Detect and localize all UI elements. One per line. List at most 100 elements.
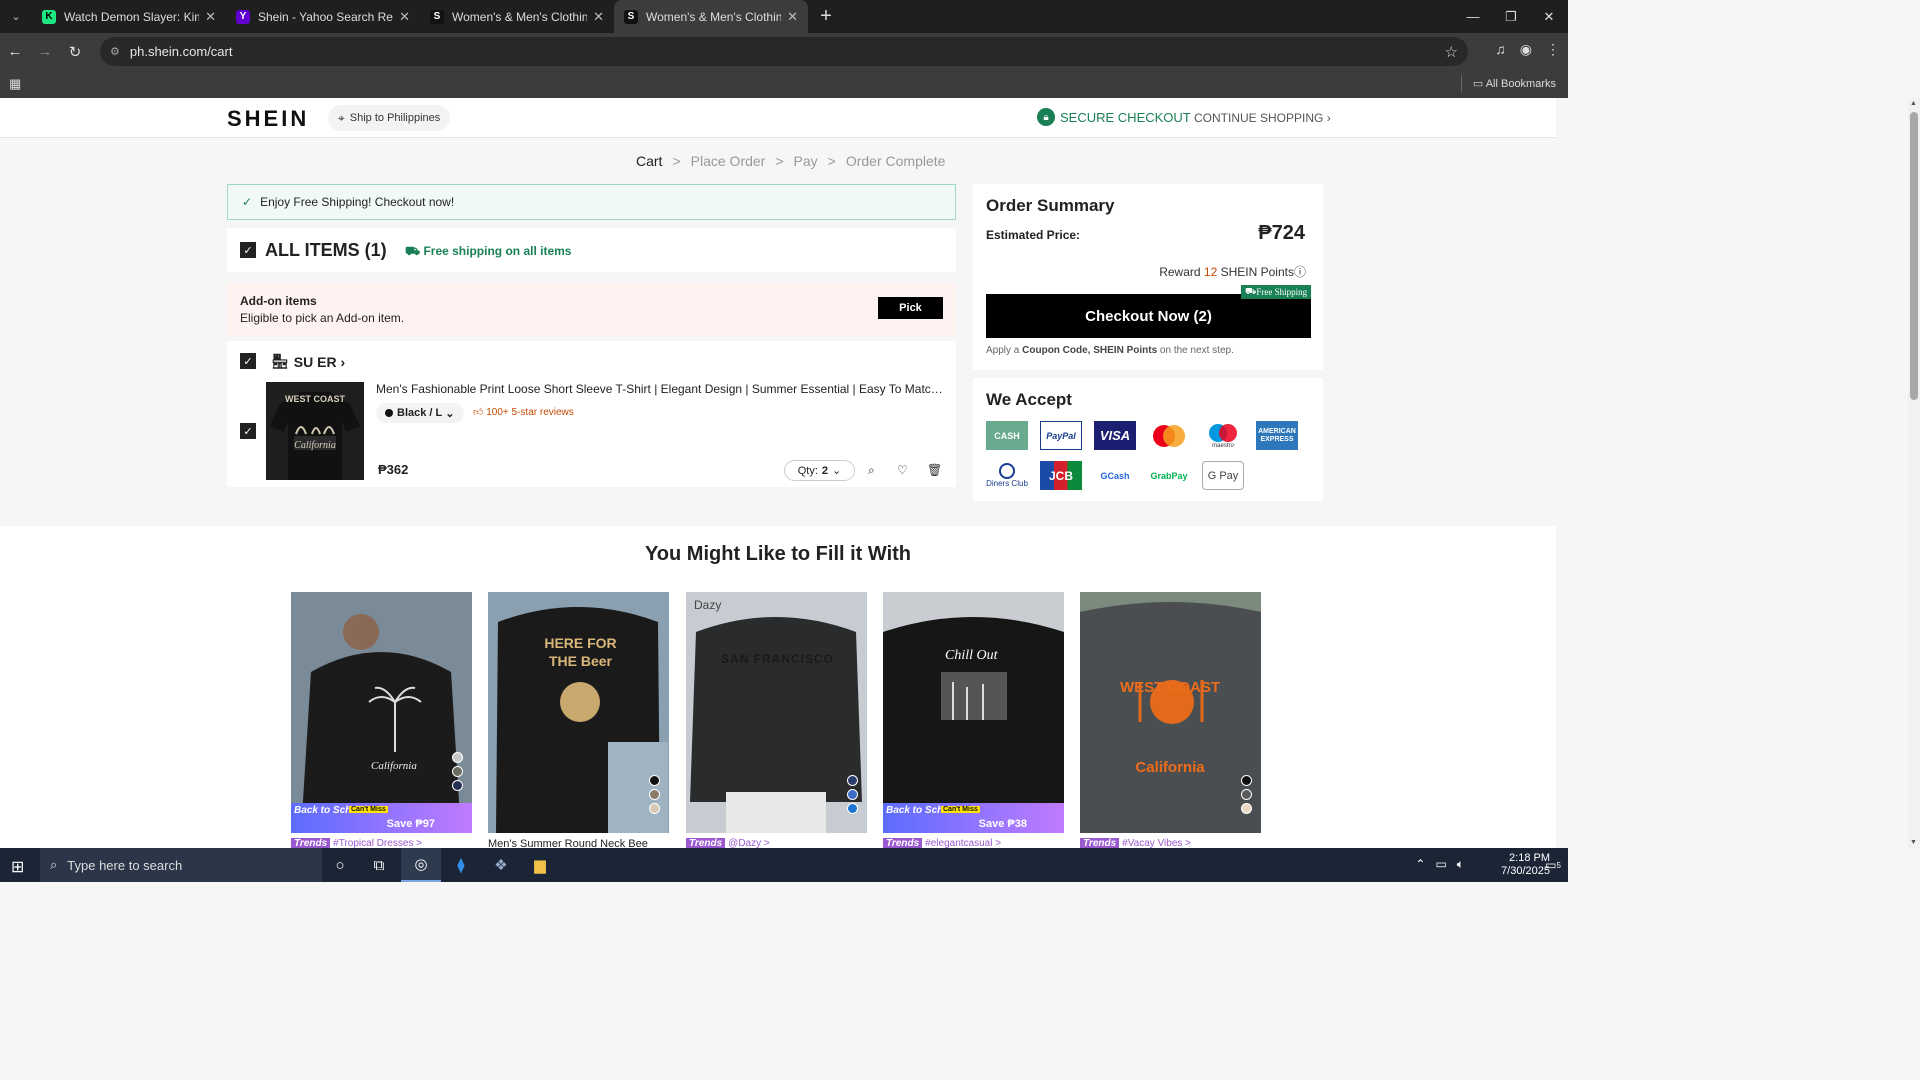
addon-subtitle: Eligible to pick an Add-on item.: [240, 311, 405, 325]
windows-taskbar: ⊞ ⌕ Type here to search ○ ⧉ ◎ ⧫ ❖ ▆ ⌃ ▭ …: [0, 848, 1568, 882]
apps-grid-icon[interactable]: ▦: [9, 76, 21, 92]
ship-to-button[interactable]: ⌖ Ship to Philippines: [328, 105, 451, 131]
scroll-down-icon[interactable]: ▼: [1910, 839, 1917, 846]
volume-muted-icon[interactable]: 🔈︎: [1457, 857, 1464, 872]
mastercard-payment-icon: [1148, 421, 1190, 450]
color-swatch[interactable]: [452, 766, 463, 777]
color-swatch[interactable]: [847, 775, 858, 786]
tab-close-icon[interactable]: ✕: [787, 9, 798, 25]
save-promo-badge: Back to School Can't Miss Save ₱97: [291, 803, 472, 833]
help-circle-icon[interactable]: ⓘ: [1294, 265, 1306, 279]
product-card-4[interactable]: Chill Out Back to School Can't Miss Save…: [883, 592, 1064, 833]
new-tab-icon[interactable]: +: [808, 5, 844, 28]
tab-1[interactable]: K Watch Demon Slayer: Kimetsu no ✕: [32, 0, 226, 33]
truck-icon: ⛟: [405, 244, 424, 258]
reload-icon[interactable]: ↻: [60, 43, 90, 61]
select-all-checkbox[interactable]: ✓: [240, 242, 256, 258]
restore-icon[interactable]: ❐: [1492, 0, 1530, 33]
minimize-icon[interactable]: —: [1454, 0, 1492, 33]
store-link[interactable]: 🏪︎ SU ER ›: [271, 353, 345, 370]
tab-close-icon[interactable]: ✕: [399, 9, 410, 25]
color-swatch[interactable]: [649, 775, 660, 786]
free-shipping-banner: ✓ Enjoy Free Shipping! Checkout now!: [227, 184, 956, 220]
find-similar-search-icon[interactable]: ⌕: [868, 463, 875, 478]
wishlist-heart-icon[interactable]: ♡: [897, 463, 908, 477]
color-swatch[interactable]: [1241, 789, 1252, 800]
profile-icon[interactable]: ◉: [1520, 41, 1532, 58]
pick-button[interactable]: Pick: [878, 297, 943, 319]
product-card-3[interactable]: Dazy SAN FRANCISCO: [686, 592, 867, 833]
color-swatch[interactable]: [452, 752, 463, 763]
brand-label: Dazy: [694, 598, 722, 612]
file-explorer-taskbar-icon[interactable]: ▆: [520, 848, 560, 882]
recommendations-title: You Might Like to Fill it With: [644, 543, 912, 565]
scroll-up-icon[interactable]: ▲: [1910, 100, 1917, 107]
product-card-2[interactable]: HERE FOR THE Beer: [488, 592, 669, 833]
all-bookmarks-button[interactable]: ▭ All Bookmarks: [1473, 77, 1556, 90]
forward-icon[interactable]: →: [30, 43, 60, 60]
chevron-down-icon: ⌄: [442, 407, 455, 420]
chrome-taskbar-icon[interactable]: ◎: [401, 848, 441, 882]
continue-shopping-link[interactable]: CONTINUE SHOPPING ›: [1194, 111, 1331, 125]
step-cart: Cart: [636, 153, 663, 169]
taskbar-search[interactable]: ⌕ Type here to search: [40, 848, 322, 882]
bookmark-star-icon[interactable]: ☆: [1445, 43, 1458, 61]
color-swatch[interactable]: [847, 789, 858, 800]
tab-strip: ⌄ K Watch Demon Slayer: Kimetsu no ✕ Y S…: [0, 0, 1568, 33]
task-view-icon[interactable]: ⧉: [359, 848, 399, 882]
media-controls-icon[interactable]: ♫: [1495, 41, 1506, 58]
notifications-icon[interactable]: ▭ 5: [1538, 848, 1568, 882]
variant-selector[interactable]: Black / L ⌄: [376, 403, 464, 423]
tab-close-icon[interactable]: ✕: [593, 9, 604, 25]
tab-search-chevron-icon[interactable]: ⌄: [0, 0, 32, 33]
trend-tag[interactable]: Trends #Tropical Dresses >: [291, 838, 422, 848]
trend-tag[interactable]: Trends #Vacay Vibes >: [1080, 838, 1191, 848]
product-card-1[interactable]: California Back to School Can't Miss Sav…: [291, 592, 472, 833]
color-swatch[interactable]: [452, 780, 463, 791]
tab-3[interactable]: S Women's & Men's Clothing, Sh ✕: [420, 0, 614, 33]
network-icon[interactable]: ▭: [1435, 857, 1446, 872]
product-print-subtext: California: [294, 440, 336, 451]
delete-trash-icon[interactable]: 🗑︎: [927, 463, 942, 477]
shein-logo[interactable]: SHEIN: [227, 106, 309, 132]
tab-4-active[interactable]: S Women's & Men's Clothing, Sh ✕: [614, 0, 808, 33]
maestro-payment-icon: maestro: [1202, 421, 1244, 450]
trend-tag[interactable]: Trends #elegantcasual >: [883, 838, 1001, 848]
color-swatch[interactable]: [649, 803, 660, 814]
color-swatch[interactable]: [847, 803, 858, 814]
location-pin-icon: ⌖: [338, 110, 345, 125]
step-order-complete: Order Complete: [845, 153, 946, 169]
product-card-label[interactable]: Men's Summer Round Neck Bee: [488, 838, 648, 848]
python-idle-taskbar-icon[interactable]: ❖: [481, 848, 521, 882]
tab-2[interactable]: Y Shein - Yahoo Search Results ✕: [226, 0, 420, 33]
quantity-selector[interactable]: Qty: 2 ⌄: [784, 460, 855, 481]
product-card-5[interactable]: WEST COAST California: [1080, 592, 1261, 833]
trend-tag[interactable]: Trends @Dazy >: [686, 838, 770, 848]
cortana-icon[interactable]: ○: [320, 848, 360, 882]
color-swatch[interactable]: [1241, 775, 1252, 786]
color-swatch[interactable]: [1241, 803, 1252, 814]
tray-chevron-up-icon[interactable]: ⌃: [1415, 857, 1425, 872]
color-swatch[interactable]: [649, 789, 660, 800]
system-tray: ⌃ ▭ 🔈︎: [1415, 857, 1464, 872]
product-title[interactable]: Men's Fashionable Print Loose Short Slee…: [376, 382, 944, 396]
back-icon[interactable]: ←: [0, 43, 30, 60]
step-separator: >: [827, 153, 836, 169]
close-window-icon[interactable]: ✕: [1530, 0, 1568, 33]
url-field[interactable]: ⚙ ph.shein.com/cart ☆: [100, 37, 1468, 66]
promo-savings: Save ₱38: [978, 818, 1027, 830]
gcash-payment-icon: GCash: [1100, 470, 1130, 481]
store-checkbox[interactable]: ✓: [240, 353, 256, 369]
vscode-taskbar-icon[interactable]: ⧫: [441, 848, 481, 882]
site-info-icon[interactable]: ⚙: [110, 45, 120, 58]
promo-savings: Save ₱97: [386, 818, 435, 830]
item-checkbox[interactable]: ✓: [240, 423, 256, 439]
product-image[interactable]: WEST COAST California: [266, 382, 364, 480]
windows-start-icon[interactable]: ⊞: [11, 857, 24, 877]
scrollbar-thumb[interactable]: [1910, 112, 1918, 400]
checkout-now-button[interactable]: Checkout Now (2): [986, 294, 1311, 338]
tab-close-icon[interactable]: ✕: [205, 9, 216, 25]
menu-kebab-icon[interactable]: ⋮: [1546, 41, 1560, 58]
page-content: SHEIN ⌖ Ship to Philippines 🔒︎ SECURE CH…: [0, 98, 1556, 848]
page-scrollbar[interactable]: ▲ ▼: [1908, 98, 1920, 848]
